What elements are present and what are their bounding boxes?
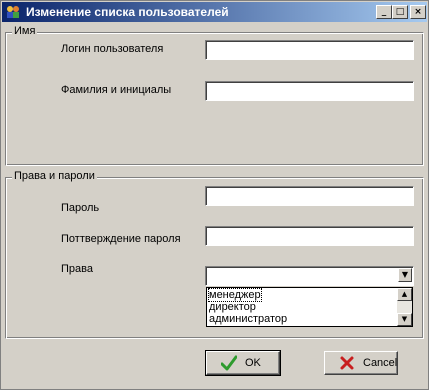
window-title: Изменение списка пользователей (26, 5, 229, 19)
dialog-window: Изменение списка пользователей _ □ × Имя… (0, 0, 429, 390)
cancel-x-icon (340, 356, 354, 370)
confirm-password-label: Поттверждение пароля (61, 233, 181, 245)
chevron-down-icon[interactable]: ▼ (398, 268, 412, 282)
fullname-input[interactable] (205, 81, 414, 101)
list-item[interactable]: директор (209, 301, 256, 313)
scroll-up-icon[interactable]: ▲ (397, 288, 412, 301)
minimize-button[interactable]: _ (376, 5, 392, 19)
cancel-button-label: Cancel (363, 357, 398, 369)
confirm-password-input[interactable] (205, 226, 414, 246)
scroll-down-icon[interactable]: ▼ (397, 313, 412, 326)
dropdown-scrollbar[interactable]: ▲ ▼ (397, 288, 412, 326)
ok-button-label: OK (245, 357, 261, 369)
rights-dropdown-list[interactable]: менеджер директор администратор ▲ ▼ (206, 287, 413, 327)
cancel-button[interactable]: Cancel (324, 351, 398, 375)
login-input[interactable] (205, 40, 414, 60)
password-input[interactable] (205, 186, 414, 206)
maximize-button[interactable]: □ (392, 5, 408, 19)
rights-group-legend: Права и пароли (12, 170, 97, 182)
users-app-icon (7, 6, 19, 18)
ok-button[interactable]: OK (205, 350, 281, 376)
rights-select[interactable]: ▼ (205, 266, 414, 286)
checkmark-icon (221, 355, 237, 371)
close-button[interactable]: × (410, 5, 426, 19)
list-item[interactable]: администратор (209, 313, 287, 325)
fullname-label: Фамилия и инициалы (61, 84, 172, 96)
password-label: Пароль (61, 202, 100, 214)
name-group-legend: Имя (12, 25, 38, 37)
title-bar[interactable]: Изменение списка пользователей _ □ × (2, 2, 427, 22)
rights-label: Права (61, 263, 93, 275)
list-item[interactable]: менеджер (208, 288, 262, 302)
login-label: Логин пользователя (61, 43, 164, 55)
